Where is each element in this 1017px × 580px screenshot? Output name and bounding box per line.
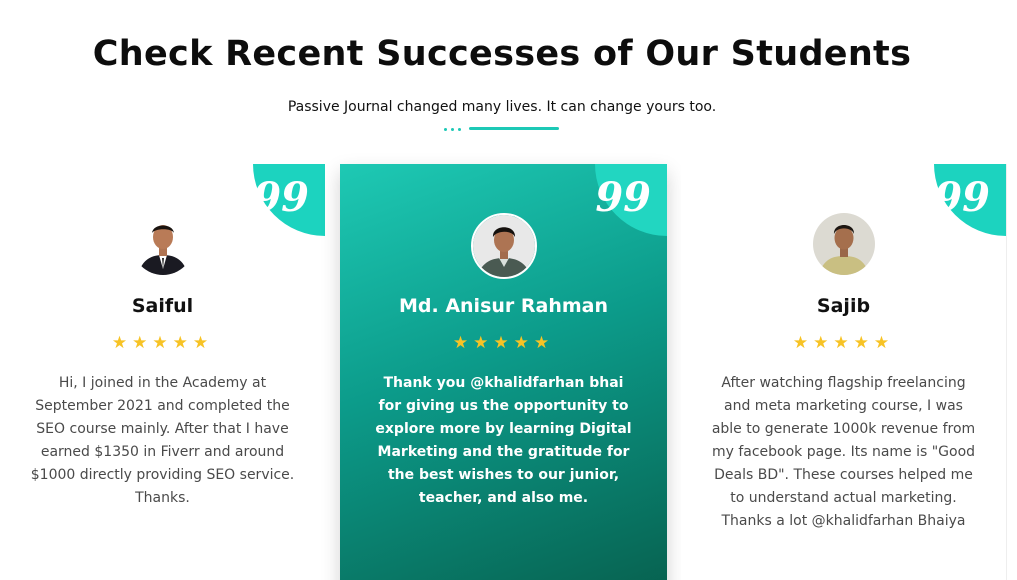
star-icon: ★ (452, 333, 474, 353)
testimonial-card: 99 Sajib ★★★★★ After watching flagship f… (681, 164, 1007, 580)
divider-dot (458, 128, 461, 131)
star-rating: ★★★★★ (0, 333, 325, 353)
testimonial-card: 99 Saiful ★★★★★ Hi, I joined in the Acad… (0, 164, 325, 580)
star-rating: ★★★★★ (681, 333, 1006, 353)
title-divider (444, 127, 564, 131)
quote-icon: 99 (595, 174, 651, 221)
testimonial-name: Sajib (816, 295, 871, 317)
star-icon: ★ (813, 333, 834, 353)
quote-icon: 99 (253, 174, 309, 221)
star-icon: ★ (533, 333, 555, 353)
star-icon: ★ (792, 333, 814, 353)
avatar (131, 213, 194, 275)
star-rating: ★★★★★ (340, 333, 667, 353)
star-icon: ★ (192, 333, 214, 353)
star-icon: ★ (172, 333, 193, 353)
avatar (470, 213, 537, 279)
avatar (812, 213, 875, 275)
star-icon: ★ (152, 333, 173, 353)
divider-dot (451, 128, 454, 131)
testimonial-text: After watching flagship freelancing and … (711, 375, 976, 529)
quote-icon: 99 (934, 174, 990, 221)
star-icon: ★ (833, 333, 854, 353)
testimonial-text: Hi, I joined in the Academy at September… (30, 375, 295, 506)
testimonial-name: Saiful (131, 295, 194, 317)
testimonial-text: Thank you @khalidfarhan bhai for giving … (375, 375, 632, 506)
section-subtitle: Passive Journal changed many lives. It c… (287, 99, 717, 115)
star-icon: ★ (111, 333, 133, 353)
star-icon: ★ (473, 333, 494, 353)
divider-dot (444, 128, 447, 131)
divider-bar (469, 127, 559, 130)
section-title: Check Recent Successes of Our Students (92, 34, 912, 74)
testimonial-card-highlighted: 99 Md. Anisur Rahman ★★★★★ Thank you @kh… (340, 164, 667, 580)
star-icon: ★ (873, 333, 895, 353)
testimonials-section: Check Recent Successes of Our Students P… (0, 0, 1017, 580)
star-icon: ★ (493, 333, 514, 353)
star-icon: ★ (513, 333, 534, 353)
testimonial-name: Md. Anisur Rahman (398, 295, 609, 317)
star-icon: ★ (132, 333, 153, 353)
star-icon: ★ (853, 333, 874, 353)
